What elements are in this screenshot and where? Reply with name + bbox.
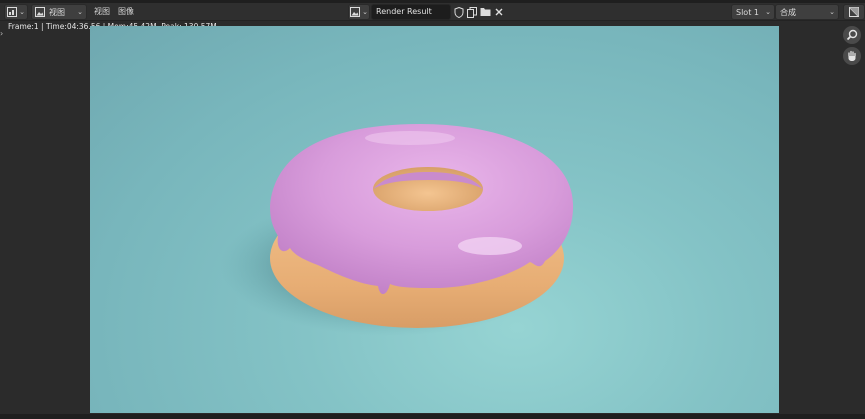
layer-dropdown[interactable]: 合成 ⌄ xyxy=(775,4,839,20)
duplicate-button[interactable] xyxy=(466,5,478,19)
zoom-icon xyxy=(846,29,858,41)
zoom-button[interactable] xyxy=(843,26,861,44)
image-editor-header: ⌄ 视图 ⌄ 视图 图像 ⌄ Render Result Slot 1 ⌄ 合成… xyxy=(0,3,865,21)
chevron-down-icon: ⌄ xyxy=(19,8,25,16)
menu-image[interactable]: 图像 xyxy=(118,5,134,19)
folder-icon xyxy=(480,8,490,16)
image-browse-icon xyxy=(350,7,361,17)
shield-icon xyxy=(454,6,464,18)
fake-user-button[interactable] xyxy=(453,5,465,19)
hand-icon xyxy=(848,50,856,61)
view-mode-label: 视图 xyxy=(49,7,65,17)
slot-label: Slot 1 xyxy=(736,7,759,17)
slot-dropdown[interactable]: Slot 1 ⌄ xyxy=(731,4,775,20)
image-name-field[interactable]: Render Result xyxy=(371,4,451,20)
toolbar-expand-arrow[interactable]: › xyxy=(0,29,3,38)
chevron-down-icon: ⌄ xyxy=(829,8,835,16)
view-mode-dropdown[interactable]: 视图 ⌄ xyxy=(31,4,87,20)
display-channels-button[interactable] xyxy=(843,4,865,20)
image-editor-icon xyxy=(7,7,18,17)
chevron-down-icon: ⌄ xyxy=(765,8,771,16)
donut-render xyxy=(220,124,574,336)
channels-icon xyxy=(849,7,859,17)
image-browse-icon xyxy=(35,7,45,17)
pan-button[interactable] xyxy=(843,47,861,65)
editor-type-button[interactable]: ⌄ xyxy=(4,4,28,20)
layer-label: 合成 xyxy=(780,7,796,17)
chevron-down-icon: ⌄ xyxy=(362,8,368,16)
menu-view[interactable]: 视图 xyxy=(94,5,110,19)
bottom-edge xyxy=(0,414,865,419)
duplicate-icon xyxy=(467,6,477,18)
unlink-image-button[interactable] xyxy=(493,5,505,19)
render-result-image xyxy=(90,26,779,413)
close-icon xyxy=(495,8,503,16)
open-image-button[interactable] xyxy=(479,5,491,19)
chevron-down-icon: ⌄ xyxy=(77,8,83,16)
image-browse-button[interactable]: ⌄ xyxy=(348,4,370,20)
